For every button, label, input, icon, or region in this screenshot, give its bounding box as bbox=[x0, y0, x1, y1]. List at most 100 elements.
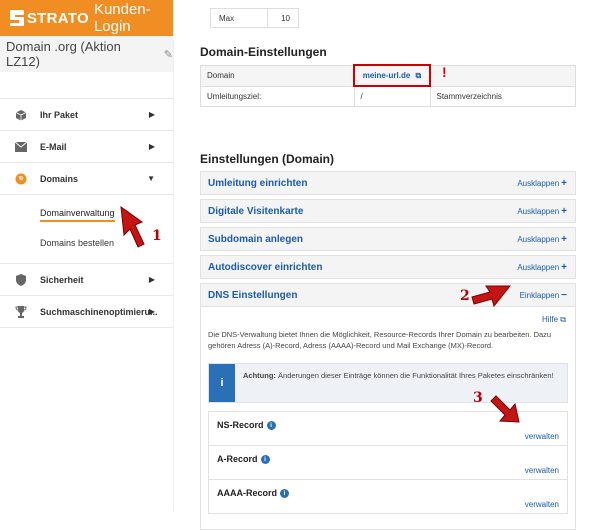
chevron-down-icon: ▼ bbox=[147, 174, 155, 183]
sidebar-item-email[interactable]: E-Mail ▶ bbox=[0, 131, 173, 163]
redirect-label: Umleitungsziel: bbox=[200, 85, 355, 107]
a-record-row: A-Record i verwalten bbox=[208, 445, 568, 480]
annotation-number-1: 1 bbox=[152, 228, 162, 244]
sidebar: STRATO Kunden-Login Domain .org (Aktion … bbox=[0, 0, 174, 511]
expand-label: Ausklappen bbox=[517, 235, 560, 244]
expand-button[interactable]: Ausklappen + bbox=[517, 234, 567, 245]
shield-icon bbox=[14, 273, 28, 287]
accordion-label: Subdomain anlegen bbox=[208, 233, 304, 245]
chevron-right-icon: ▶ bbox=[148, 110, 155, 119]
expand-label: Ausklappen bbox=[517, 207, 560, 216]
package-title-text: Domain .org (Aktion LZ12) bbox=[6, 39, 121, 69]
expand-button[interactable]: Ausklappen + bbox=[517, 178, 567, 189]
redirect-target: Stammverzeichnis bbox=[429, 85, 576, 107]
sidebar-item-domains[interactable]: Domains ▼ bbox=[0, 163, 173, 195]
info-icon[interactable]: i bbox=[280, 489, 290, 499]
expand-button[interactable]: Ausklappen + bbox=[517, 262, 567, 273]
sidebar-item-sicherheit[interactable]: Sicherheit ▶ bbox=[0, 264, 173, 296]
annotation-arrow-2 bbox=[471, 285, 512, 308]
accordion-label: DNS Einstellungen bbox=[208, 289, 298, 301]
record-name: NS-Record i bbox=[217, 420, 276, 431]
plus-icon: + bbox=[561, 262, 567, 273]
main-content: Max 10 Domain-Einstellungen Domain meine… bbox=[173, 0, 600, 530]
sidebar-item-label: E-Mail bbox=[40, 141, 67, 152]
alert-bold: Achtung: bbox=[243, 371, 276, 380]
aaaa-record-row: AAAA-Record i verwalten bbox=[208, 479, 568, 514]
record-name: AAAA-Record i bbox=[217, 488, 290, 499]
globe-icon bbox=[14, 172, 28, 186]
minus-icon: − bbox=[561, 290, 567, 301]
table-row: Umleitungsziel: / Stammverzeichnis bbox=[200, 85, 576, 107]
accordion-label: Autodiscover einrichten bbox=[208, 261, 323, 273]
sidebar-item-label: Suchmaschinenoptimieru... bbox=[40, 306, 158, 317]
info-icon[interactable]: i bbox=[260, 455, 270, 465]
accordion-autodiscover[interactable]: Autodiscover einrichten Ausklappen + bbox=[200, 255, 576, 279]
accordion-umleitung[interactable]: Umleitung einrichten Ausklappen + bbox=[200, 171, 576, 195]
domain-settings-title: Domain-Einstellungen bbox=[200, 45, 327, 59]
pencil-icon[interactable]: ✎ bbox=[164, 48, 173, 61]
plus-icon: + bbox=[561, 234, 567, 245]
record-label: AAAA-Record bbox=[217, 488, 278, 498]
domain-extra bbox=[429, 64, 576, 87]
chevron-right-icon: ▶ bbox=[148, 275, 155, 284]
plus-icon: + bbox=[561, 178, 567, 189]
annotation-arrow-3 bbox=[490, 395, 520, 423]
limits-table: Max 10 bbox=[210, 8, 299, 28]
redirect-path: / bbox=[353, 85, 431, 107]
limit-label: Max bbox=[210, 8, 268, 28]
sidebar-item-label: Domains bbox=[40, 173, 79, 184]
sidebar-item-seo[interactable]: Suchmaschinenoptimieru... ▶ bbox=[0, 296, 173, 328]
box-icon bbox=[14, 108, 28, 122]
manage-ns-link[interactable]: verwalten bbox=[525, 432, 559, 441]
annotation-number-3: 3 bbox=[473, 390, 483, 406]
collapse-button[interactable]: Einklappen − bbox=[520, 290, 567, 301]
brand-subtitle: Kunden-Login bbox=[93, 1, 151, 35]
external-link-icon: ⧉ bbox=[560, 315, 566, 324]
accordion-visitenkarte[interactable]: Digitale Visitenkarte Ausklappen + bbox=[200, 199, 576, 223]
expand-label: Ausklappen bbox=[517, 263, 560, 272]
accordion-label: Umleitung einrichten bbox=[208, 177, 308, 189]
chevron-right-icon: ▶ bbox=[148, 142, 155, 151]
record-name: A-Record i bbox=[217, 454, 270, 465]
collapse-label: Einklappen bbox=[519, 291, 560, 300]
domain-label: Domain bbox=[200, 64, 355, 87]
strato-logo-icon bbox=[10, 10, 24, 26]
info-icon: i bbox=[209, 364, 235, 402]
annotation-arrow-1 bbox=[120, 205, 145, 248]
record-label: A-Record bbox=[217, 454, 258, 464]
settings-accordion: Umleitung einrichten Ausklappen + Digital… bbox=[200, 171, 576, 530]
manage-aaaa-link[interactable]: verwalten bbox=[525, 500, 559, 509]
brand-header[interactable]: STRATO Kunden-Login bbox=[0, 0, 173, 36]
submenu-label: Domains bestellen bbox=[40, 238, 115, 248]
sidebar-item-ihr-paket[interactable]: Ihr Paket ▶ bbox=[0, 98, 173, 131]
domain-settings-table: Domain meine-url.de ⧉ Umleitungsziel: / … bbox=[200, 64, 576, 107]
help-link[interactable]: Hilfe ⧉ bbox=[208, 315, 568, 325]
sidebar-item-label: Sicherheit bbox=[40, 274, 84, 285]
accordion-dns[interactable]: DNS Einstellungen Einklappen − bbox=[200, 283, 576, 307]
accordion-subdomain[interactable]: Subdomain anlegen Ausklappen + bbox=[200, 227, 576, 251]
info-icon[interactable]: i bbox=[266, 421, 276, 431]
domain-link-text[interactable]: meine-url.de bbox=[363, 71, 411, 80]
domain-link[interactable]: meine-url.de ⧉ bbox=[353, 64, 431, 87]
submenu-item-domainverwaltung[interactable]: Domainverwaltung bbox=[40, 201, 173, 229]
alert-text: Änderungen dieser Einträge können die Fu… bbox=[278, 371, 554, 380]
package-title: Domain .org (Aktion LZ12) ✎ bbox=[0, 36, 173, 72]
brand-name: STRATO bbox=[26, 9, 89, 27]
chevron-right-icon: ▶ bbox=[148, 307, 155, 316]
expand-label: Ausklappen bbox=[517, 179, 560, 188]
help-label[interactable]: Hilfe bbox=[542, 315, 558, 324]
trophy-icon bbox=[14, 305, 28, 319]
settings-title: Einstellungen (Domain) bbox=[200, 152, 335, 166]
annotation-number-2: 2 bbox=[460, 288, 470, 304]
envelope-icon bbox=[14, 140, 28, 154]
sidebar-item-label: Ihr Paket bbox=[40, 109, 79, 120]
record-label: NS-Record bbox=[217, 420, 264, 430]
limit-value: 10 bbox=[267, 8, 299, 28]
accordion-label: Digitale Visitenkarte bbox=[208, 205, 304, 217]
external-link-icon: ⧉ bbox=[415, 70, 422, 80]
annotation-exclamation: ! bbox=[442, 64, 447, 80]
plus-icon: + bbox=[561, 206, 567, 217]
manage-a-link[interactable]: verwalten bbox=[525, 466, 559, 475]
dns-description: Die DNS-Verwaltung bietet Ihnen die Mögl… bbox=[208, 330, 552, 350]
expand-button[interactable]: Ausklappen + bbox=[517, 206, 567, 217]
